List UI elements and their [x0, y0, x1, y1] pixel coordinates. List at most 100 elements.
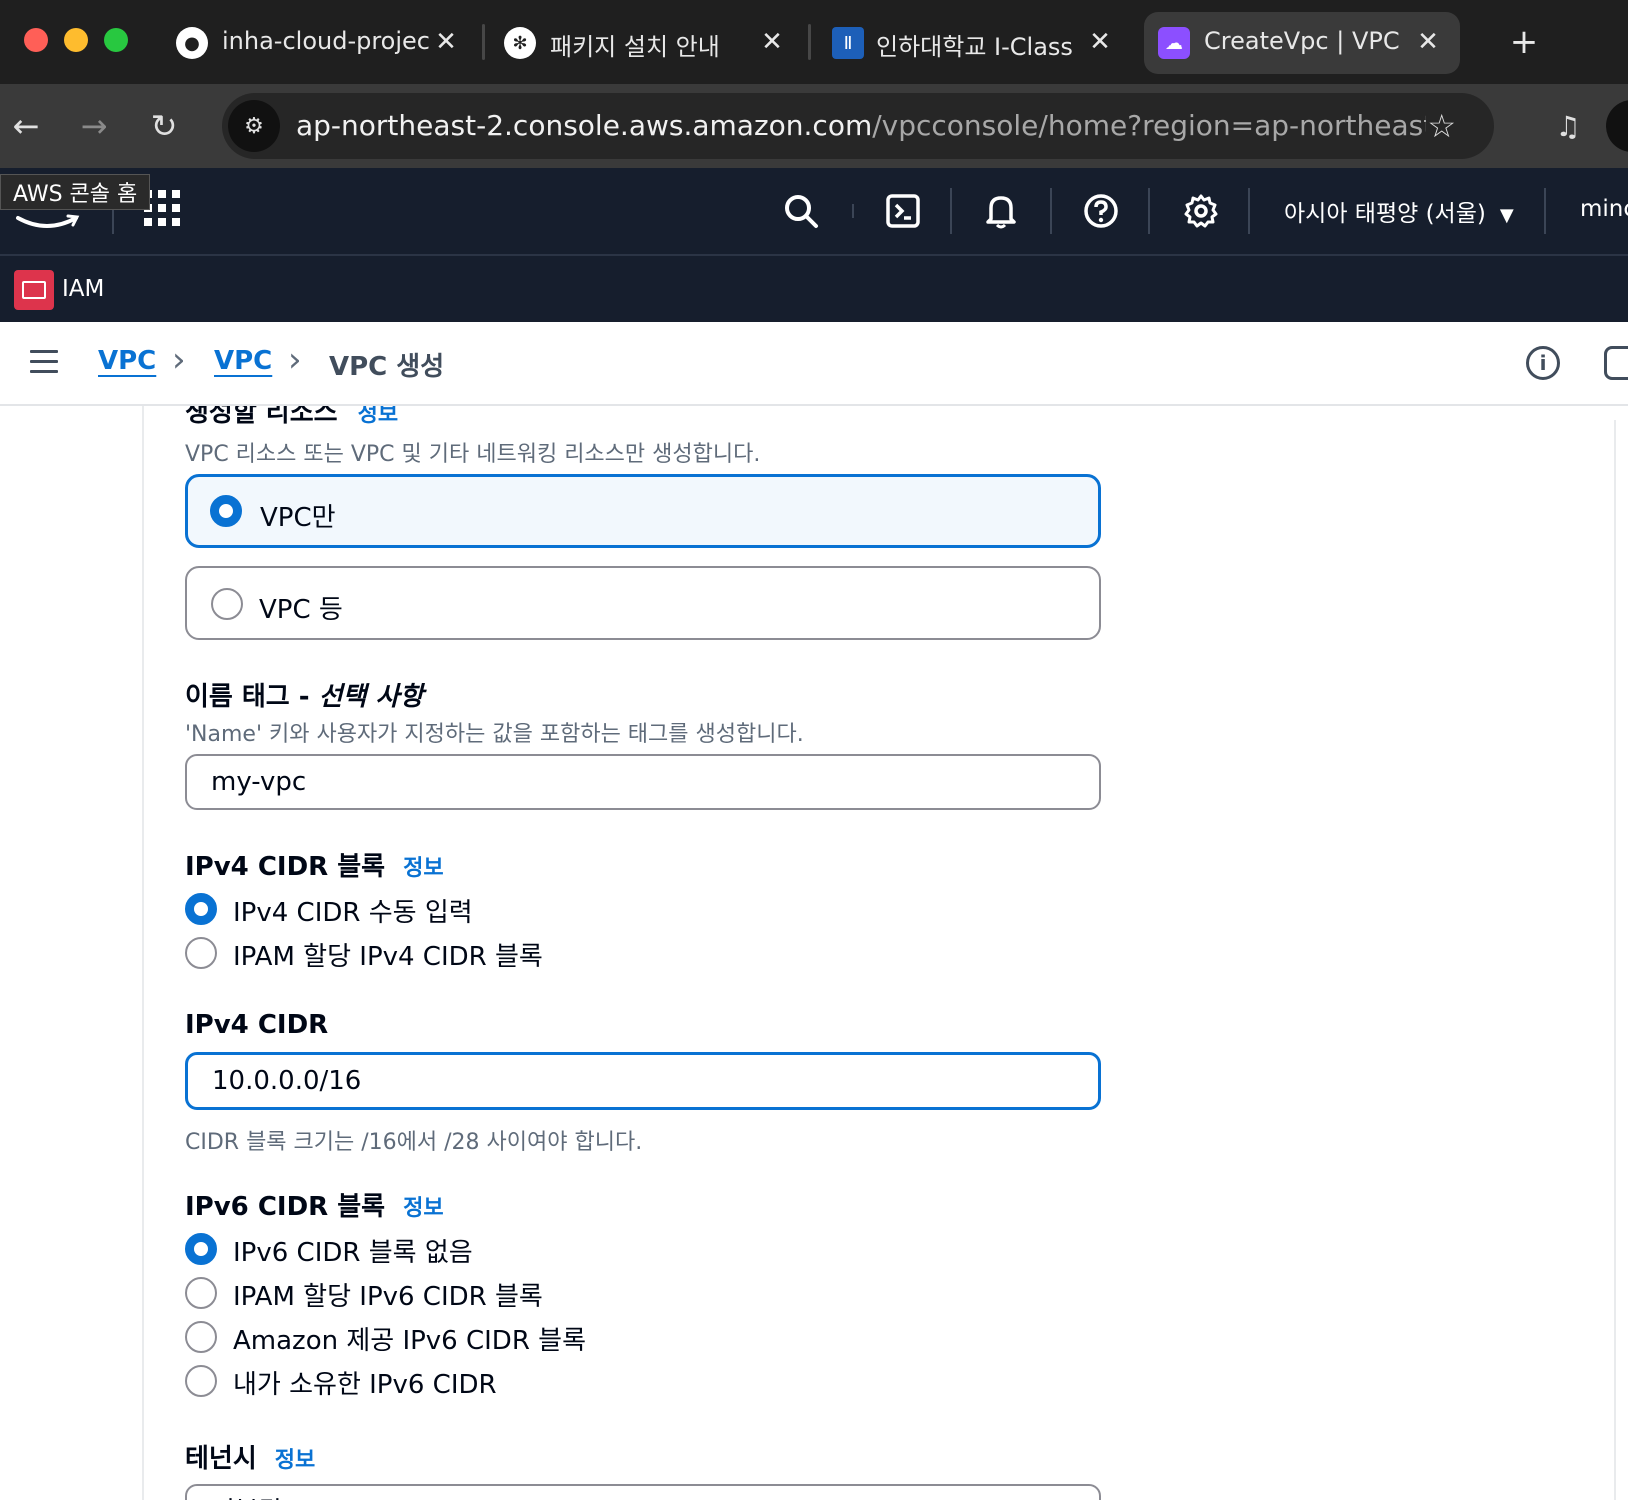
option-label: IPv4 CIDR 수동 입력	[233, 898, 473, 928]
tab-divider	[808, 24, 811, 60]
info-link[interactable]: 정보	[275, 1448, 315, 1473]
radio-ipv6-none[interactable]	[185, 1233, 217, 1265]
back-arrow-icon[interactable]: ←	[4, 104, 48, 148]
chevron-right-icon: ›	[288, 340, 302, 380]
tile-label: VPC 등	[259, 595, 343, 625]
radio-ipv6-ipam[interactable]	[185, 1277, 217, 1309]
tab-title: 패키지 설치 안내	[550, 33, 720, 61]
name-tag-label: 이름 태그 - 선택 사항	[185, 682, 424, 712]
breadcrumb: VPC › VPC › VPC 생성 i	[0, 322, 1628, 406]
window-close-button[interactable]	[24, 28, 48, 52]
github-icon: ●	[176, 27, 208, 59]
ipv4-cidr-label: IPv4 CIDR	[185, 1010, 329, 1040]
browser-tab-iclass[interactable]: Ⅱ 인하대학교 I-Class ✕	[816, 12, 1132, 74]
ipv4-cidr-hint: CIDR 블록 크기는 /16에서 /28 사이여야 합니다.	[185, 1130, 643, 1155]
option-label: 내가 소유한 IPv6 CIDR	[233, 1370, 497, 1400]
aws-console-header: 아시아 태평양 (서울) ▼ minc	[0, 168, 1628, 254]
feedback-icon[interactable]	[1604, 346, 1628, 380]
tenancy-select[interactable]: 기본값	[185, 1484, 1101, 1500]
info-icon[interactable]: i	[1526, 346, 1560, 380]
close-icon[interactable]: ✕	[1084, 26, 1116, 58]
option-label: Amazon 제공 IPv6 CIDR 블록	[233, 1326, 587, 1356]
close-icon[interactable]: ✕	[430, 26, 462, 58]
radio-vpc-and-more[interactable]	[211, 588, 243, 620]
chevron-right-icon: ›	[172, 340, 186, 380]
new-tab-button[interactable]: +	[1500, 18, 1548, 66]
ipv4-cidr-input[interactable]: 10.0.0.0/16	[185, 1052, 1101, 1110]
help-icon[interactable]	[1078, 188, 1124, 234]
region-selector[interactable]: 아시아 태평양 (서울) ▼	[1284, 194, 1514, 228]
tile-label: VPC만	[260, 503, 336, 533]
iam-icon[interactable]	[14, 270, 54, 310]
header-divider	[1148, 188, 1150, 234]
close-icon[interactable]: ✕	[756, 26, 788, 58]
browser-tab-github[interactable]: ● inha-cloud-projec ✕	[162, 12, 478, 74]
url-path: /vpcconsole/home?region=ap-northeast-2..…	[872, 109, 1426, 142]
create-vpc-form: 생성할 리소스 정보 VPC 리소스 또는 VPC 및 기타 네트워킹 리소스만 …	[0, 406, 1628, 1500]
resources-heading: 생성할 리소스 정보	[185, 406, 398, 429]
name-tag-input[interactable]: my-vpc	[185, 754, 1101, 810]
url-text[interactable]: ap-northeast-2.console.aws.amazon.com/vp…	[296, 109, 1426, 142]
tile-vpc-and-more[interactable]: VPC 등	[185, 566, 1101, 640]
breadcrumb-current: VPC 생성	[329, 352, 445, 382]
tab-title: inha-cloud-projec	[222, 27, 430, 55]
caret-down-icon: ▼	[1499, 205, 1514, 226]
header-divider	[852, 204, 854, 218]
aws-vpc-icon: ☁	[1158, 27, 1190, 59]
option-label: IPv6 CIDR 블록 없음	[233, 1238, 473, 1268]
openai-icon: ✻	[504, 27, 536, 59]
header-divider	[1248, 188, 1250, 234]
info-link[interactable]: 정보	[403, 856, 443, 881]
tenancy-label: 테넌시 정보	[185, 1444, 316, 1474]
bookmark-star-icon[interactable]: ☆	[1427, 107, 1456, 145]
menu-icon[interactable]	[30, 350, 58, 374]
site-info-icon[interactable]: ⚙	[228, 100, 280, 152]
browser-toolbar: ← → ↻ ⚙ ap-northeast-2.console.aws.amazo…	[0, 84, 1628, 168]
header-divider	[1050, 188, 1052, 234]
radio-vpc-only[interactable]	[210, 495, 242, 527]
ipv4-cidr-block-label: IPv4 CIDR 블록 정보	[185, 852, 444, 882]
header-divider	[1544, 188, 1546, 234]
info-link[interactable]: 정보	[403, 1196, 443, 1221]
name-tag-description: 'Name' 키와 사용자가 지정하는 값을 포함하는 태그를 생성합니다.	[185, 722, 804, 747]
url-host: ap-northeast-2.console.aws.amazon.com	[296, 109, 873, 142]
container-border	[1614, 420, 1616, 1500]
bell-icon[interactable]	[978, 188, 1024, 234]
tab-title: CreateVpc | VPC |	[1204, 27, 1400, 55]
info-link[interactable]: 정보	[358, 406, 398, 427]
option-label: IPAM 할당 IPv4 CIDR 블록	[233, 942, 543, 972]
tab-divider	[482, 24, 485, 60]
window-minimize-button[interactable]	[64, 28, 88, 52]
container-border	[142, 406, 144, 1500]
breadcrumb-vpc-link[interactable]: VPC	[98, 346, 156, 376]
search-icon[interactable]	[778, 188, 824, 234]
radio-ipv6-byoip[interactable]	[185, 1365, 217, 1397]
iclass-icon: Ⅱ	[832, 27, 864, 59]
region-label: 아시아 태평양 (서울)	[1284, 201, 1486, 227]
breadcrumb-vpc-link[interactable]: VPC	[214, 346, 272, 376]
radio-ipv6-amazon[interactable]	[185, 1321, 217, 1353]
radio-ipv4-ipam[interactable]	[185, 937, 217, 969]
gear-icon[interactable]	[1178, 188, 1224, 234]
close-icon[interactable]: ✕	[1412, 26, 1444, 58]
cloudshell-icon[interactable]	[880, 188, 926, 234]
tile-vpc-only[interactable]: VPC만	[185, 474, 1101, 548]
option-label: IPAM 할당 IPv6 CIDR 블록	[233, 1282, 543, 1312]
tab-title: 인하대학교 I-Class	[876, 33, 1073, 61]
ipv6-cidr-block-label: IPv6 CIDR 블록 정보	[185, 1192, 444, 1222]
browser-tab-chatgpt[interactable]: ✻ 패키지 설치 안내 ✕	[490, 12, 806, 74]
reload-icon[interactable]: ↻	[142, 104, 186, 148]
media-controls-icon[interactable]: ♫	[1546, 104, 1590, 148]
resources-description: VPC 리소스 또는 VPC 및 기타 네트워킹 리소스만 생성합니다.	[185, 442, 761, 467]
account-menu[interactable]: minc	[1580, 196, 1628, 222]
address-bar[interactable]: ⚙ ap-northeast-2.console.aws.amazon.com/…	[222, 93, 1494, 159]
header-divider	[950, 188, 952, 234]
profile-avatar[interactable]	[1606, 100, 1628, 152]
window-zoom-button[interactable]	[104, 28, 128, 52]
browser-tab-createvpc[interactable]: ☁ CreateVpc | VPC | ✕	[1144, 12, 1460, 74]
radio-ipv4-manual[interactable]	[185, 893, 217, 925]
service-shortcut-iam[interactable]: IAM	[62, 276, 104, 302]
forward-arrow-icon[interactable]: →	[72, 104, 116, 148]
browser-tab-strip: ● inha-cloud-projec ✕ ✻ 패키지 설치 안내 ✕ Ⅱ 인하…	[0, 0, 1628, 84]
service-shortcut-bar: IAM	[0, 254, 1628, 322]
